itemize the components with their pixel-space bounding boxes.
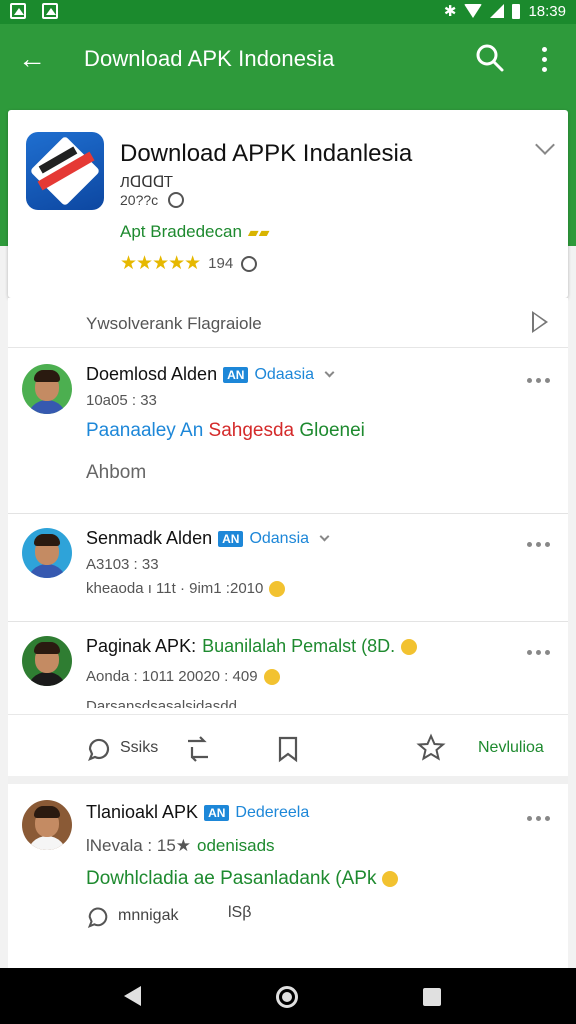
emoji-icon: [401, 638, 418, 655]
country-tag: AN: [223, 366, 249, 383]
post-meta-green: odenisads: [197, 836, 275, 855]
post-author[interactable]: Paginak APK:: [86, 636, 196, 657]
post-author[interactable]: Senmadk Alden: [86, 528, 212, 549]
feed: Ywsolverank Flagraiole Doemlosd Alden AN…: [8, 298, 568, 970]
feed-header[interactable]: Ywsolverank Flagraiole: [8, 298, 568, 348]
post-actions: Ssiks Nevlulioa: [8, 714, 568, 784]
post-author[interactable]: Doemlosd Alden: [86, 364, 217, 385]
app-date: 20??c: [120, 192, 159, 208]
wifi-icon: [464, 4, 483, 18]
post-header: Tlanioakl APK AN Dedereela: [86, 802, 309, 823]
bookmark-icon[interactable]: [276, 735, 300, 763]
country-tag: AN: [204, 804, 230, 821]
image-notification-icon: [42, 3, 58, 19]
comment-button[interactable]: mnnigak: [86, 904, 178, 928]
post-title-part-a: Paanaaley An: [86, 420, 204, 441]
battery-icon: [512, 3, 521, 19]
chevron-down-icon[interactable]: [319, 531, 330, 542]
app-logo-icon: [26, 132, 104, 210]
signal-icon: [490, 4, 505, 18]
post-cut-text: Darsansdsasalsidasdd: [86, 698, 237, 708]
post-meta-text: Aonda : 1011 20020 : 409: [86, 668, 258, 685]
play-icon[interactable]: [532, 311, 548, 333]
country-tag: AN: [218, 530, 244, 547]
emoji-icon: [263, 668, 280, 685]
emoji-icon: [269, 580, 286, 597]
post-title-part-c: Gloenei: [299, 420, 365, 441]
arrow-back-icon[interactable]: ←: [16, 44, 48, 76]
recents-icon[interactable]: [423, 988, 441, 1006]
info-icon: [241, 255, 258, 272]
post-item[interactable]: Senmadk Alden AN Odansia A3103 : 33 khea…: [8, 514, 568, 622]
home-icon[interactable]: [276, 986, 298, 1008]
system-nav-bar: [0, 968, 576, 1024]
verified-badge-icon: ▰▰: [247, 223, 270, 240]
post-meta-text: lNevala : 15★: [86, 836, 192, 855]
clock: 18:39: [528, 2, 566, 20]
rating-row: ★★★★★ 194: [120, 252, 258, 275]
app-card[interactable]: Download APPK Indanlesia ЛᗡᗡᗡᎢ 20??c Apt…: [8, 110, 568, 298]
gallery-notification-icon: [10, 3, 26, 19]
emoji-icon: [381, 870, 398, 887]
post-title[interactable]: Paanaaley An Sahgesda Gloenei: [86, 420, 365, 442]
back-icon[interactable]: [124, 986, 141, 1006]
comment-icon: [88, 738, 110, 761]
post-header: Paginak APK: Buanilalah Pemalst (8D.: [86, 636, 418, 657]
post-more-icon[interactable]: [527, 542, 550, 547]
post-title-part-b: Sahgesda: [208, 420, 295, 441]
post-header: Doemlosd Alden AN Odaasia: [86, 364, 335, 385]
post-title[interactable]: Dowhlcladia ae Pasanladank (APk: [86, 868, 398, 890]
post-more-icon[interactable]: [527, 378, 550, 383]
post-location[interactable]: Dedereela: [235, 804, 309, 822]
post-meta: lNevala : 15★ odenisads: [86, 836, 275, 856]
post-meta: A3103 : 33: [86, 556, 159, 573]
post-stats: kheaoda ı 11t · 9im1 :2010: [86, 580, 286, 597]
status-bar: ✱ 18:39: [0, 0, 576, 24]
avatar[interactable]: [22, 528, 72, 578]
post-item[interactable]: Paginak APK: Buanilalah Pemalst (8D. Aon…: [8, 622, 568, 714]
app-name: Download APPK Indanlesia: [120, 140, 413, 167]
share-label: Ssiks: [120, 739, 159, 756]
post-body: Ahbom: [86, 462, 147, 483]
share-button[interactable]: Ssiks: [86, 735, 158, 761]
post-meta: 10a05 : 33: [86, 392, 157, 409]
app-developer-row[interactable]: Apt Bradedecan ▰▰: [120, 222, 269, 242]
secondary-action[interactable]: lSβ: [228, 904, 251, 922]
page-title: Download APK Indonesia: [84, 46, 335, 71]
app-bar: ← Download APK Indonesia: [0, 24, 576, 96]
post-location[interactable]: Odansia: [249, 530, 309, 548]
post-item[interactable]: Doemlosd Alden AN Odaasia 10a05 : 33 Paa…: [8, 348, 568, 514]
star-outline-icon[interactable]: [416, 733, 446, 763]
app-date-row: 20??c: [120, 192, 185, 208]
comment-icon: [87, 907, 108, 928]
rating-stars: ★★★★★: [120, 253, 201, 274]
app-developer: Apt Bradedecan: [120, 222, 242, 241]
search-icon[interactable]: [474, 42, 506, 74]
rating-count: 194: [208, 255, 234, 272]
post-title-text: Dowhlcladia ae Pasanladank (APk: [86, 868, 377, 889]
post-more-icon[interactable]: [527, 816, 550, 821]
post-author[interactable]: Tlanioakl APK: [86, 802, 198, 823]
avatar[interactable]: [22, 636, 72, 686]
avatar[interactable]: [22, 364, 72, 414]
feed-header-label: Ywsolverank Flagraiole: [86, 314, 262, 333]
post-location[interactable]: Odaasia: [254, 366, 314, 384]
globe-icon: [168, 192, 185, 208]
chevron-down-icon[interactable]: [535, 135, 555, 155]
chevron-down-icon[interactable]: [324, 367, 335, 378]
download-button[interactable]: Nevlulioa: [478, 739, 544, 757]
comment-label: mnnigak: [118, 907, 179, 924]
post-item[interactable]: Tlanioakl APK AN Dedereela lNevala : 15★…: [8, 792, 568, 970]
post-stats-text: kheaoda ı 11t · 9im1 :2010: [86, 580, 264, 597]
more-vert-icon[interactable]: [530, 42, 558, 76]
avatar[interactable]: [22, 800, 72, 850]
post-meta: Aonda : 1011 20020 : 409: [86, 668, 280, 685]
post-more-icon[interactable]: [527, 650, 550, 655]
post-title[interactable]: Buanilalah Pemalst (8D.: [202, 636, 395, 657]
bluetooth-icon: ✱: [443, 3, 457, 20]
post-header: Senmadk Alden AN Odansia: [86, 528, 330, 549]
repost-icon[interactable]: [184, 735, 212, 763]
app-version: ЛᗡᗡᗡᎢ: [120, 174, 174, 191]
